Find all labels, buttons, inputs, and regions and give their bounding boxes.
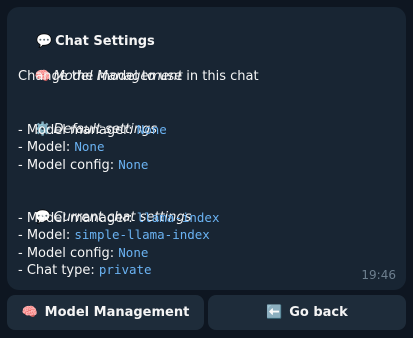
go-back-button-label: Go back [289,305,348,320]
row-label: - Model config: [18,157,119,173]
row-label: - Model: [18,140,75,156]
row-value: None [74,139,105,155]
row-label: - Model manager: [18,122,137,138]
model-management-description: Change the model to use in this chat [18,68,259,84]
message-bubble: 💬 Chat Settings 🧠 Model Management Change … [7,7,406,290]
row-label: - Model config: [18,245,119,261]
default-settings-heading: ⚙️ Default settings [18,103,395,137]
row-label: - Model: [18,228,75,244]
title-text: Chat Settings [55,33,155,49]
default-model-config-row: - Model config: None [18,156,395,174]
model-management-button-label: Model Management [44,305,190,320]
row-value: None [136,121,167,137]
row-value: private [98,262,152,278]
current-settings-heading: 💬 Current chat settings [18,191,395,225]
brain-icon: 🧠 [21,305,38,320]
speech-bubble-icon: 💬 [36,33,53,49]
current-chat-type-row: - Chat type: private [18,261,395,279]
model-management-button[interactable]: 🧠 Model Management [7,295,204,330]
row-value: llama-index [136,209,220,225]
row-value: None [118,244,149,260]
current-model-manager-row: - Model manager: llama-index [18,209,395,227]
model-management-heading: 🧠 Model Management [18,50,395,84]
go-back-button[interactable]: ⬅️ Go back [208,295,406,330]
default-model-row: - Model: None [18,138,395,156]
row-value: simple-llama-index [74,227,210,243]
message-title: 💬 Chat Settings [18,15,395,49]
row-value: None [118,156,149,172]
current-model-config-row: - Model config: None [18,244,395,262]
current-model-row: - Model: simple-llama-index [18,226,395,244]
default-model-manager-row: - Model manager: None [18,121,395,139]
back-arrow-icon: ⬅️ [266,305,283,320]
row-label: - Chat type: [18,263,99,279]
row-label: - Model manager: [18,210,137,226]
message-timestamp: 19:46 [361,268,396,283]
